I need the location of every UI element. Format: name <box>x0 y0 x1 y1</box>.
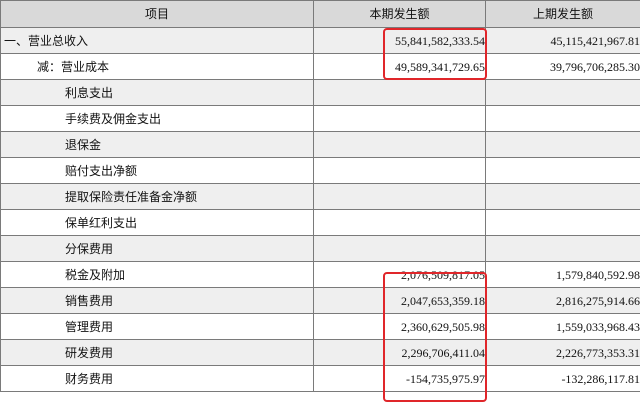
table-row: 管理费用 2,360,629,505.98 1,559,033,968.43 <box>0 313 640 340</box>
row-current-value: 2,360,629,505.98 <box>313 313 486 340</box>
row-item-label: 分保费用 <box>0 235 314 262</box>
table-header-row: 项目 本期发生额 上期发生额 <box>0 0 640 28</box>
row-item-label: 管理费用 <box>0 313 314 340</box>
row-current-value <box>313 79 486 106</box>
table-row: 分保费用 <box>0 235 640 262</box>
row-item-label: 保单红利支出 <box>0 209 314 236</box>
table-row: 利息支出 <box>0 79 640 106</box>
header-item: 项目 <box>0 0 314 28</box>
table-row: 保单红利支出 <box>0 209 640 236</box>
row-current-value <box>313 105 486 132</box>
row-item-label: 减：营业成本 <box>0 53 314 80</box>
row-previous-value <box>485 235 640 262</box>
row-current-value <box>313 209 486 236</box>
table-row: 税金及附加 2,076,509,817.05 1,579,840,592.98 <box>0 261 640 288</box>
table-row: 手续费及佣金支出 <box>0 105 640 132</box>
row-item-label: 赔付支出净额 <box>0 157 314 184</box>
row-item-label: 退保金 <box>0 131 314 158</box>
row-current-value: 49,589,341,729.65 <box>313 53 486 80</box>
row-previous-value: 1,559,033,968.43 <box>485 313 640 340</box>
row-current-value <box>313 131 486 158</box>
table-row: 财务费用 -154,735,975.97 -132,286,117.81 <box>0 365 640 392</box>
row-current-value: 2,076,509,817.05 <box>313 261 486 288</box>
row-previous-value <box>485 209 640 236</box>
table-row: 提取保险责任准备金净额 <box>0 183 640 210</box>
row-item-label: 销售费用 <box>0 287 314 314</box>
row-previous-value <box>485 183 640 210</box>
row-item-label: 一、营业总收入 <box>0 27 314 54</box>
table-row: 销售费用 2,047,653,359.18 2,816,275,914.66 <box>0 287 640 314</box>
row-previous-value: 2,226,773,353.31 <box>485 339 640 366</box>
row-item-label: 研发费用 <box>0 339 314 366</box>
row-previous-value: -132,286,117.81 <box>485 365 640 392</box>
row-current-value: 55,841,582,333.54 <box>313 27 486 54</box>
income-statement-table: 项目 本期发生额 上期发生额 一、营业总收入 55,841,582,333.54 4… <box>0 0 640 392</box>
header-previous-period: 上期发生额 <box>485 0 640 28</box>
row-previous-value <box>485 105 640 132</box>
row-previous-value <box>485 79 640 106</box>
table-row: 退保金 <box>0 131 640 158</box>
table-row: 赔付支出净额 <box>0 157 640 184</box>
row-previous-value <box>485 157 640 184</box>
row-item-label: 财务费用 <box>0 365 314 392</box>
header-current-period: 本期发生额 <box>313 0 486 28</box>
row-previous-value: 1,579,840,592.98 <box>485 261 640 288</box>
row-current-value: 2,296,706,411.04 <box>313 339 486 366</box>
row-current-value <box>313 235 486 262</box>
row-item-label: 手续费及佣金支出 <box>0 105 314 132</box>
row-previous-value <box>485 131 640 158</box>
row-item-label: 提取保险责任准备金净额 <box>0 183 314 210</box>
row-current-value: -154,735,975.97 <box>313 365 486 392</box>
table-row: 减：营业成本 49,589,341,729.65 39,796,706,285.30 <box>0 53 640 80</box>
row-current-value: 2,047,653,359.18 <box>313 287 486 314</box>
row-current-value <box>313 157 486 184</box>
row-previous-value: 2,816,275,914.66 <box>485 287 640 314</box>
table-row: 研发费用 2,296,706,411.04 2,226,773,353.31 <box>0 339 640 366</box>
row-previous-value: 45,115,421,967.81 <box>485 27 640 54</box>
table-row: 一、营业总收入 55,841,582,333.54 45,115,421,967.8… <box>0 27 640 54</box>
row-current-value <box>313 183 486 210</box>
row-item-label: 税金及附加 <box>0 261 314 288</box>
row-previous-value: 39,796,706,285.30 <box>485 53 640 80</box>
row-item-label: 利息支出 <box>0 79 314 106</box>
